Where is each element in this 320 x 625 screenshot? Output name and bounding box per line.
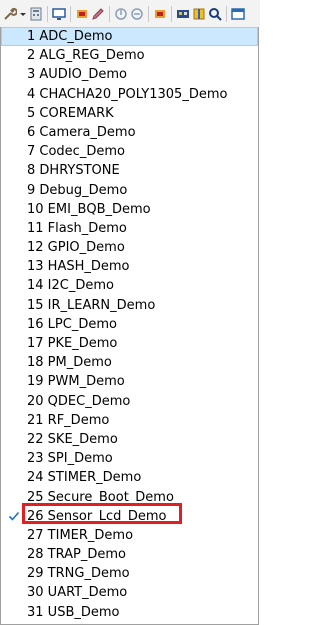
menu-item-label: 26 Sensor_Lcd_Demo [27,508,167,524]
menu-item-label: 16 LPC_Demo [27,316,117,332]
menu-item[interactable]: 19 PWM_Demo [1,372,258,391]
menu-item[interactable]: 22 SKE_Demo [1,430,258,449]
menu-item[interactable]: 21 RF_Demo [1,411,258,430]
menu-item-label: 29 TRNG_Demo [27,566,130,582]
menu-item[interactable]: 4 CHACHA20_POLY1305_Demo [1,85,258,104]
menu-item[interactable]: 2 ALG_REG_Demo [1,46,258,65]
menu-item-label: 19 PWM_Demo [27,374,125,390]
menu-item-label: 4 CHACHA20_POLY1305_Demo [27,86,228,102]
menu-item-label: 17 PKE_Demo [27,336,118,351]
toolbar-separator [226,5,227,22]
menu-item[interactable]: 14 I2C_Demo [1,276,258,295]
menu-item-label: 20 QDEC_Demo [27,393,131,409]
toolbar-separator [148,5,149,22]
menu-item-label: 18 PM_Demo [27,355,112,371]
menu-item-label: 9 Debug_Demo [27,182,128,198]
menu-item[interactable]: 26 Sensor_Lcd_Demo [1,507,258,526]
menu-item[interactable]: 25 Secure_Boot_Demo [1,488,258,507]
menu-item[interactable]: 18 PM_Demo [1,353,258,372]
menu-item-label: 21 RF_Demo [27,412,110,428]
menu-item-label: 3 AUDIO_Demo [27,67,128,83]
book-icon[interactable] [192,7,206,21]
menu-item-label: 15 IR_LEARN_Demo [27,297,156,313]
toolbar-separator [70,5,71,22]
menu-item[interactable]: 20 QDEC_Demo [1,392,258,411]
toolbar-separator [47,5,48,22]
wrench-icon[interactable] [3,7,17,21]
checkmark-icon [7,507,21,526]
menu-item-label: 2 ALG_REG_Demo [27,48,145,64]
menu-item[interactable]: 5 COREMARK [1,104,258,123]
menu-item[interactable]: 15 IR_LEARN_Demo [1,296,258,315]
menu-item-label: 30 UART_Demo [27,585,128,601]
menu-item-label: 24 STIMER_Demo [27,470,142,486]
menu-item-label: 10 EMI_BQB_Demo [27,201,151,217]
flash-erase-icon[interactable] [130,7,144,21]
menu-item[interactable]: 17 PKE_Demo [1,334,258,353]
menu-item-label: 27 TIMER_Demo [27,527,134,543]
menu-item[interactable]: 28 TRAP_Demo [1,545,258,564]
toolbar [0,0,260,27]
menu-item-label: 14 I2C_Demo [27,278,114,294]
project-dropdown-menu: 1 ADC_Demo 2 ALG_REG_Demo 3 AUDIO_Demo 4 CH… [0,27,259,625]
menu-item-label: 22 SKE_Demo [27,431,118,447]
menu-item[interactable]: 23 SPI_Demo [1,449,258,468]
toolbar-separator [171,5,172,22]
flash-icon[interactable] [114,7,128,21]
menu-item-label: 25 Secure_Boot_Demo [27,489,174,505]
menu-item-label: 12 GPIO_Demo [27,240,125,256]
menu-item[interactable]: 29 TRNG_Demo [1,564,258,583]
menu-item[interactable]: 16 LPC_Demo [1,315,258,334]
chip-program-icon[interactable] [153,7,167,21]
menu-item[interactable]: 27 TIMER_Demo [1,526,258,545]
menu-item[interactable]: 7 Codec_Demo [1,142,258,161]
menu-item[interactable]: 9 Debug_Demo [1,181,258,200]
menu-item[interactable]: 3 AUDIO_Demo [1,65,258,84]
window-icon[interactable] [231,7,245,21]
menu-item[interactable]: 24 STIMER_Demo [1,468,258,487]
chip-icon[interactable] [75,7,89,21]
menu-item[interactable]: 8 DHRYSTONE [1,161,258,180]
menu-item[interactable]: 30 UART_Demo [1,583,258,602]
menu-item-label: 5 COREMARK [27,105,114,121]
menu-item[interactable]: 1 ADC_Demo [1,27,258,47]
menu-item-label: 6 Camera_Demo [27,124,136,140]
calculator-icon[interactable] [29,7,43,21]
menu-item[interactable]: 10 EMI_BQB_Demo [1,200,258,219]
menu-item[interactable]: 13 HASH_Demo [1,257,258,276]
search-icon[interactable] [208,7,222,21]
menu-item-label: 1 ADC_Demo [27,29,113,44]
menu-item-label: 7 Codec_Demo [27,144,125,160]
menu-item-label: 13 HASH_Demo [27,259,130,275]
toolbar-separator [109,5,110,22]
menu-item-label: 8 DHRYSTONE [27,163,120,179]
monitor-icon[interactable] [52,7,66,21]
menu-item[interactable]: 31 USB_Demo [1,603,258,622]
menu-item-label: 11 Flash_Demo [27,220,127,236]
menu-item[interactable]: 12 GPIO_Demo [1,238,258,257]
menu-item-label: 28 TRAP_Demo [27,547,126,563]
pencil-icon[interactable] [91,7,105,21]
menu-item-label: 23 SPI_Demo [27,451,113,467]
menu-item[interactable]: 6 Camera_Demo [1,123,258,142]
menu-item[interactable]: 11 Flash_Demo [1,219,258,238]
dropdown-arrow-icon[interactable] [19,7,27,21]
board-icon[interactable] [176,7,190,21]
menu-item-label: 31 USB_Demo [27,604,120,620]
